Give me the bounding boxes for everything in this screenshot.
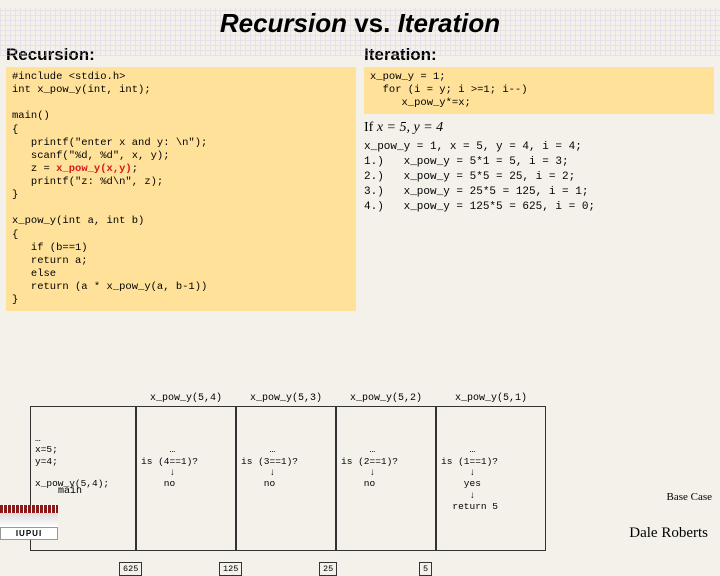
code-part-b: ; printf("z: %d\n", z); } x_pow_y(int a,… <box>12 163 207 306</box>
stack-frame-4: x_pow_y(5,1) … is (1==1)? ↓ yes ↓ return… <box>436 406 546 551</box>
logo-bars-icon <box>0 505 58 513</box>
iteration-trace: x_pow_y = 1, x = 5, y = 4, i = 4; 1.) x_… <box>364 140 714 214</box>
if-pre: If <box>364 120 377 135</box>
code-highlight: x_pow_y(x,y) <box>56 163 132 175</box>
logo-text: IUPUI <box>0 527 58 540</box>
code-part-a: #include <stdio.h> int x_pow_y(int, int)… <box>12 71 207 175</box>
left-column: Recursion: #include <stdio.h> int x_pow_… <box>6 43 356 311</box>
frame-header: x_pow_y(5,4) <box>137 393 235 405</box>
frame-header: x_pow_y(5,3) <box>237 393 335 405</box>
iupui-logo: IUPUI <box>0 505 58 540</box>
frame-body: … is (4==1)? ↓ no <box>141 444 231 490</box>
frame-header: x_pow_y(5,2) <box>337 393 435 405</box>
return-value: 25 <box>319 562 337 576</box>
base-case-label: Base Case <box>666 491 712 503</box>
right-column: Iteration: x_pow_y = 1; for (i = y; i >=… <box>364 43 714 311</box>
author-footer: Dale Roberts <box>629 525 708 542</box>
stack-frame-1: x_pow_y(5,4) … is (4==1)? ↓ no 625 <box>136 406 236 551</box>
frame-body: … is (3==1)? ↓ no <box>241 444 331 490</box>
title-post: Iteration <box>390 8 500 38</box>
return-value: 5 <box>419 562 432 576</box>
call-stack-diagram: … x=5; y=4; x_pow_y(5,4); x_pow_y(5,4) …… <box>30 406 546 551</box>
main-label: main <box>58 486 82 497</box>
if-vals: x = 5, y = 4 <box>377 120 443 135</box>
frame-body: … is (2==1)? ↓ no <box>341 444 431 490</box>
recursion-code: #include <stdio.h> int x_pow_y(int, int)… <box>6 67 356 311</box>
slide-title: Recursion vs. Iteration <box>0 8 720 39</box>
stack-frame-2: x_pow_y(5,3) … is (3==1)? ↓ no 125 <box>236 406 336 551</box>
frame-body: … x=5; y=4; x_pow_y(5,4); <box>35 433 131 490</box>
stack-frame-3: x_pow_y(5,2) … is (2==1)? ↓ no 25 <box>336 406 436 551</box>
return-value: 125 <box>219 562 242 576</box>
if-text: If x = 5, y = 4 <box>364 120 714 136</box>
frame-header: x_pow_y(5,1) <box>437 393 545 405</box>
iteration-code: x_pow_y = 1; for (i = y; i >=1; i--) x_p… <box>364 67 714 114</box>
frame-body: … is (1==1)? ↓ yes ↓ return 5 <box>441 444 541 512</box>
title-pre: Recursion <box>220 8 354 38</box>
title-mid: vs. <box>354 8 390 38</box>
return-value: 625 <box>119 562 142 576</box>
